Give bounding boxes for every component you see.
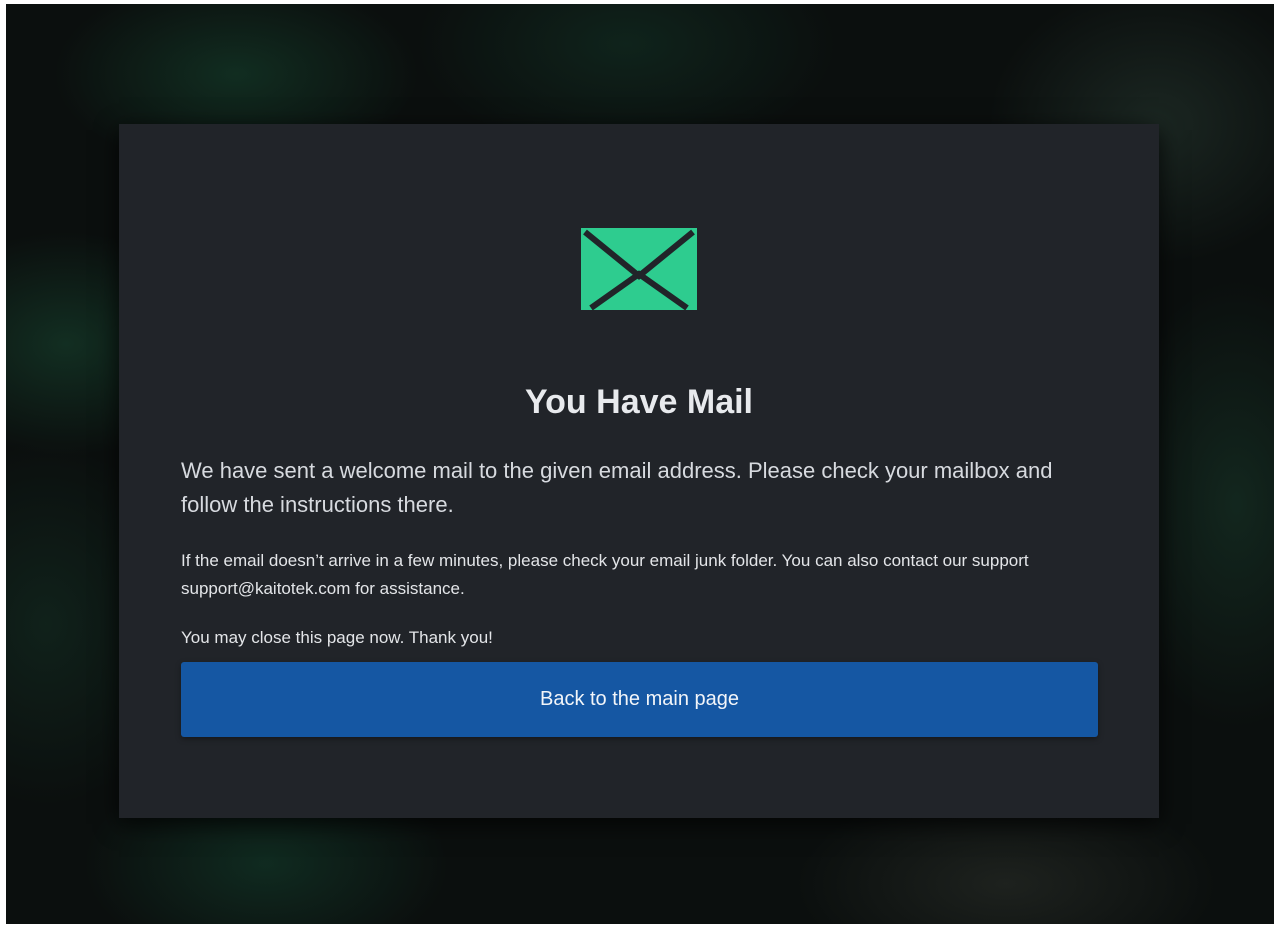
envelope-icon — [581, 228, 697, 310]
confirmation-card: You Have Mail We have sent a welcome mai… — [119, 124, 1159, 818]
page-title: You Have Mail — [525, 383, 753, 421]
close-page-message: You may close this page now. Thank you! — [181, 628, 493, 647]
page-background: You Have Mail We have sent a welcome mai… — [6, 4, 1274, 924]
junk-folder-note: If the email doesn’t arrive in a few min… — [181, 551, 1029, 598]
back-to-main-page-button[interactable]: Back to the main page — [181, 662, 1098, 737]
welcome-message: We have sent a welcome mail to the given… — [181, 458, 1053, 517]
